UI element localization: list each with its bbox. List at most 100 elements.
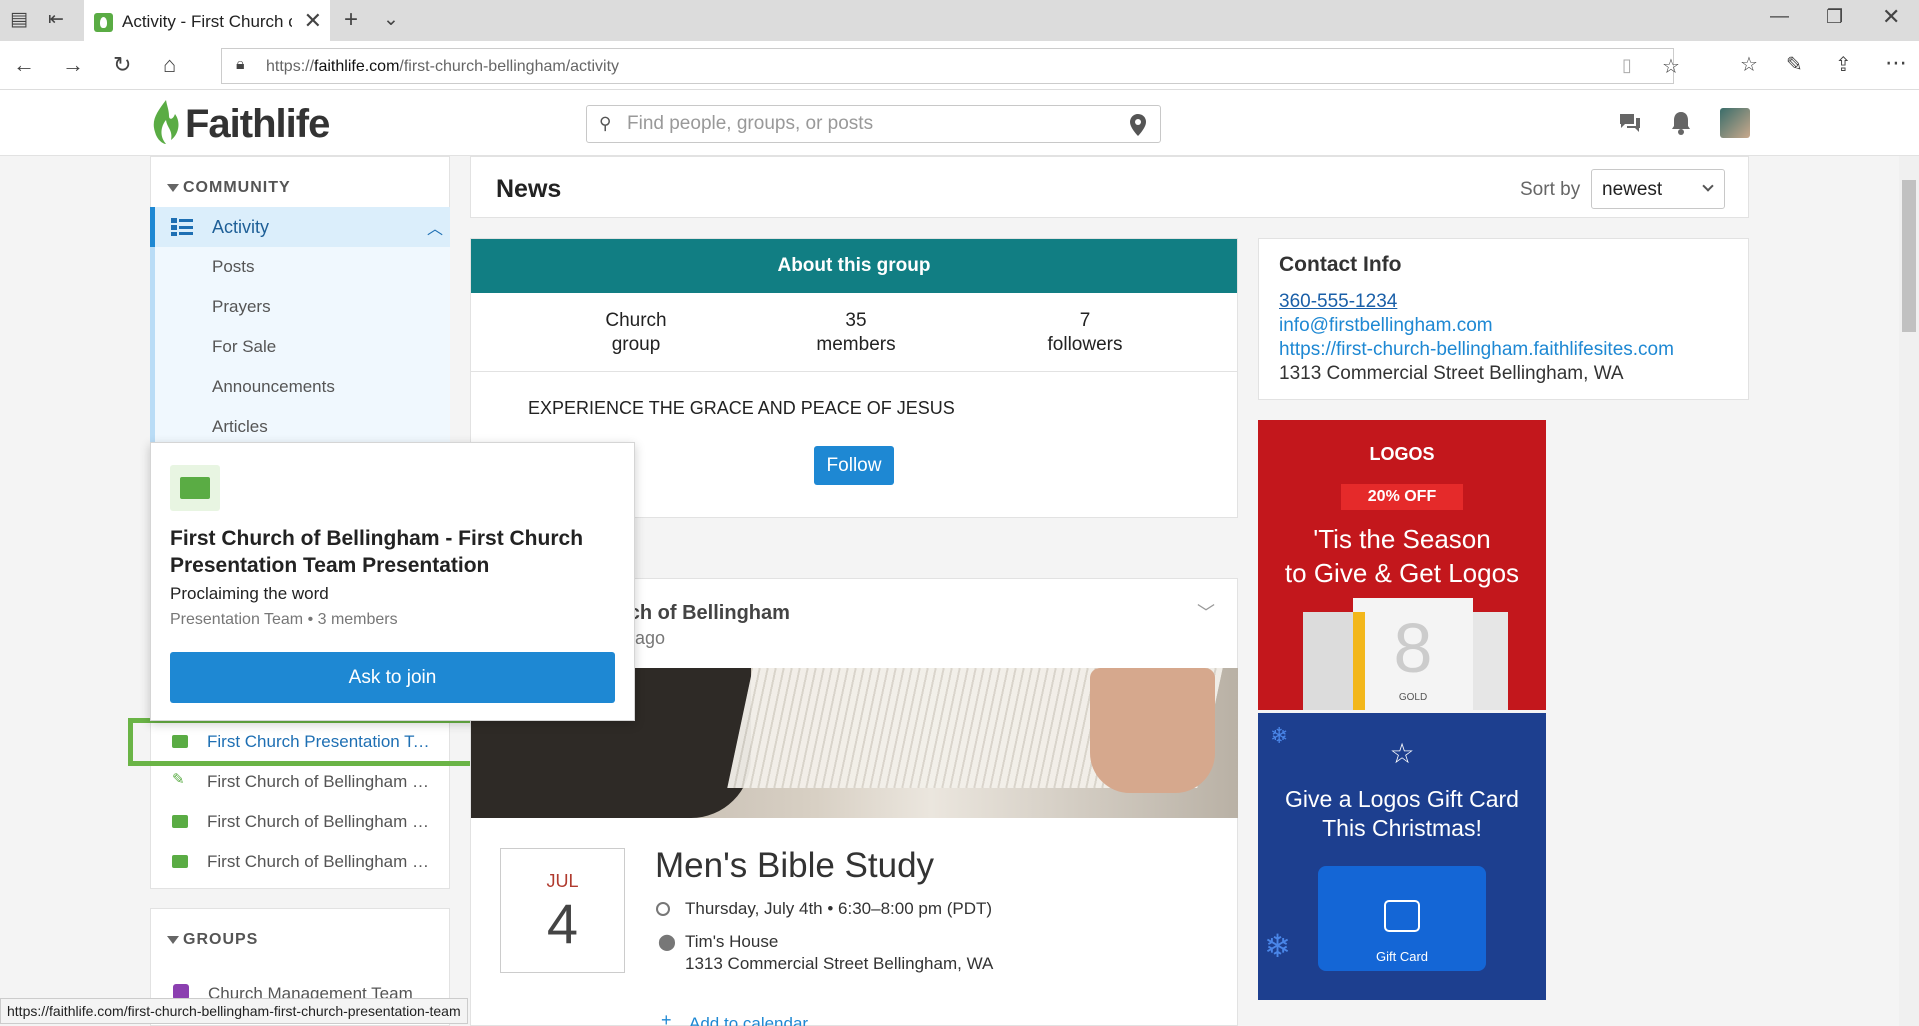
- event-place-name: Tim's House: [685, 932, 779, 951]
- sidebar-group-bellingham-w[interactable]: ✎ First Church of Bellingham W...: [150, 762, 450, 802]
- group-name[interactable]: First Church of Bellingham - First Churc…: [170, 525, 620, 579]
- news-title: News: [496, 175, 562, 203]
- gold-label: GOLD: [1398, 692, 1428, 703]
- collapse-triangle-icon[interactable]: [167, 184, 179, 192]
- search-input[interactable]: [627, 112, 1107, 136]
- more-icon[interactable]: ⋯: [1885, 50, 1907, 76]
- event-when: Thursday, July 4th • 6:30–8:00 pm (PDT): [685, 899, 993, 918]
- sidebar-item-activity[interactable]: Activity ︿: [150, 207, 450, 247]
- brand-name: Faithlife: [185, 102, 330, 146]
- ad-tagline: 'Tis the Season to Give & Get Logos: [1284, 524, 1520, 588]
- follow-button[interactable]: Follow: [814, 446, 894, 485]
- group-meta: Presentation Team • 3 members: [170, 611, 398, 628]
- discount-badge: 20% OFF: [1341, 484, 1463, 510]
- logos-brand: LOGOS: [1369, 444, 1435, 464]
- group-hover-card: First Church of Bellingham - First Churc…: [150, 442, 635, 721]
- sidebar-item-prayers[interactable]: Prayers: [150, 287, 450, 327]
- tab-title: Activity - First Church o: [122, 12, 292, 31]
- tabs-aside-icon[interactable]: ⇤: [48, 8, 64, 31]
- post-author[interactable]: rch of Bellingham: [621, 602, 790, 625]
- stat-followers[interactable]: 7 followers: [1010, 309, 1160, 357]
- favorites-hub-icon[interactable]: ☆: [1740, 52, 1758, 77]
- share-icon[interactable]: ⇪: [1835, 52, 1852, 77]
- back-icon[interactable]: ←: [13, 52, 35, 78]
- email-link[interactable]: info@firstbellingham.com: [1279, 315, 1493, 337]
- notifications-bell-icon[interactable]: [1670, 110, 1692, 136]
- guitar-icon: ✎: [172, 771, 185, 788]
- sort-select[interactable]: newest: [1591, 169, 1725, 209]
- add-to-calendar-link[interactable]: Add to calendar: [689, 1014, 808, 1026]
- lock-icon: 🔒︎: [236, 56, 245, 73]
- chevron-up-icon[interactable]: ︿: [427, 215, 443, 239]
- scroll-thumb[interactable]: [1902, 180, 1916, 332]
- tab-close-icon[interactable]: ✕: [304, 8, 322, 34]
- snowflake-icon: ❄: [1264, 928, 1291, 964]
- address-bar[interactable]: 🔒︎ https://faithlife.com/first-church-be…: [221, 48, 1680, 84]
- gold-stripe: [1353, 612, 1365, 710]
- logos-season-ad[interactable]: LOGOS 20% OFF 'Tis the Season to Give & G…: [1258, 420, 1546, 710]
- website-link[interactable]: https://first-church-bellingham.faithlif…: [1279, 339, 1674, 361]
- chevron-down-icon: [1702, 180, 1714, 192]
- tab-list-chevron-icon[interactable]: ⌄: [383, 8, 399, 31]
- logos-gift-card-ad[interactable]: ☆ Give a Logos Gift Card This Christmas! …: [1258, 713, 1546, 1000]
- sidebar-group-bellingham-pr-1[interactable]: First Church of Bellingham Pr...: [150, 802, 450, 842]
- post-menu-chevron-icon[interactable]: ﹀: [1197, 599, 1215, 625]
- user-avatar[interactable]: [1720, 108, 1750, 138]
- page-scrollbar[interactable]: [1899, 156, 1919, 1026]
- sidebar-item-articles[interactable]: Articles: [150, 407, 450, 447]
- group-description: Proclaiming the word: [170, 584, 329, 603]
- event-title[interactable]: Men's Bible Study: [655, 846, 934, 886]
- restore-icon[interactable]: ❐: [1826, 6, 1843, 29]
- event-place-address: 1313 Commercial Street Bellingham, WA: [685, 954, 994, 973]
- group-motto: EXPERIENCE THE GRACE AND PEACE OF JESUS: [528, 398, 955, 418]
- refresh-icon[interactable]: ↻: [113, 52, 131, 78]
- post-image-hand: [1090, 668, 1215, 793]
- search-icon: ⚲: [599, 114, 612, 133]
- gold-box: 8 GOLD: [1353, 598, 1473, 710]
- stat-members[interactable]: 35 members: [791, 309, 921, 357]
- sidebar-item-for-sale[interactable]: For Sale: [150, 327, 450, 367]
- location-pin-icon: ⬤: [658, 934, 676, 951]
- groups-heading: GROUPS: [183, 931, 259, 948]
- reading-view-icon[interactable]: ▯: [1622, 55, 1632, 76]
- about-group-bar: About this group: [471, 239, 1237, 293]
- home-icon[interactable]: ⌂: [163, 52, 176, 78]
- gift-card-image: Gift Card: [1318, 866, 1486, 971]
- activity-list-icon: [171, 218, 193, 236]
- highlight-box: [128, 718, 480, 766]
- site-search[interactable]: ⚲: [586, 105, 1161, 143]
- divider: [471, 371, 1237, 372]
- favorite-star-icon[interactable]: ☆: [1662, 54, 1680, 79]
- messages-icon[interactable]: [1617, 111, 1643, 135]
- browser-tab-activity[interactable]: Activity - First Church o ✕: [84, 0, 330, 41]
- sidebar-group-bellingham-pr-2[interactable]: First Church of Bellingham Pr...: [150, 842, 450, 882]
- version-eight: 8: [1393, 609, 1433, 687]
- stat-type: Church group: [605, 310, 667, 355]
- address-url: https://faithlife.com/first-church-belli…: [266, 58, 620, 75]
- activity-label: Activity: [212, 217, 270, 237]
- window-close-icon[interactable]: ✕: [1882, 4, 1900, 30]
- add-icon[interactable]: +: [661, 1010, 672, 1026]
- location-pin-icon[interactable]: [1129, 113, 1147, 137]
- contact-info-card: Contact Info 360-555-1234 info@firstbell…: [1258, 238, 1749, 400]
- minimize-icon[interactable]: —: [1770, 6, 1789, 28]
- faithlife-favicon-icon: [94, 13, 113, 32]
- phone-link[interactable]: 360-555-1234: [1279, 291, 1397, 313]
- tab-actions-icon[interactable]: ▤: [10, 8, 28, 31]
- sidebar-item-announcements[interactable]: Announcements: [150, 367, 450, 407]
- event-month: JUL: [546, 871, 579, 891]
- new-tab-icon[interactable]: +: [344, 6, 358, 34]
- contact-address: 1313 Commercial Street Bellingham, WA: [1279, 363, 1624, 384]
- flame-logo-icon: [153, 100, 179, 144]
- sort-label: Sort by: [1520, 179, 1581, 200]
- sidebar-item-posts[interactable]: Posts: [150, 247, 450, 287]
- logos-gift-icon: [1384, 900, 1420, 932]
- star-icon: ☆: [1389, 738, 1415, 769]
- forward-icon[interactable]: →: [62, 52, 84, 78]
- snowflake-icon: ❄: [1270, 723, 1289, 748]
- collapse-triangle-icon[interactable]: [167, 936, 179, 944]
- ask-to-join-button[interactable]: Ask to join: [170, 652, 615, 703]
- pen-icon[interactable]: ✎: [1786, 52, 1803, 77]
- faithlife-logo[interactable]: Faithlife: [149, 98, 330, 148]
- contact-heading: Contact Info: [1279, 253, 1402, 276]
